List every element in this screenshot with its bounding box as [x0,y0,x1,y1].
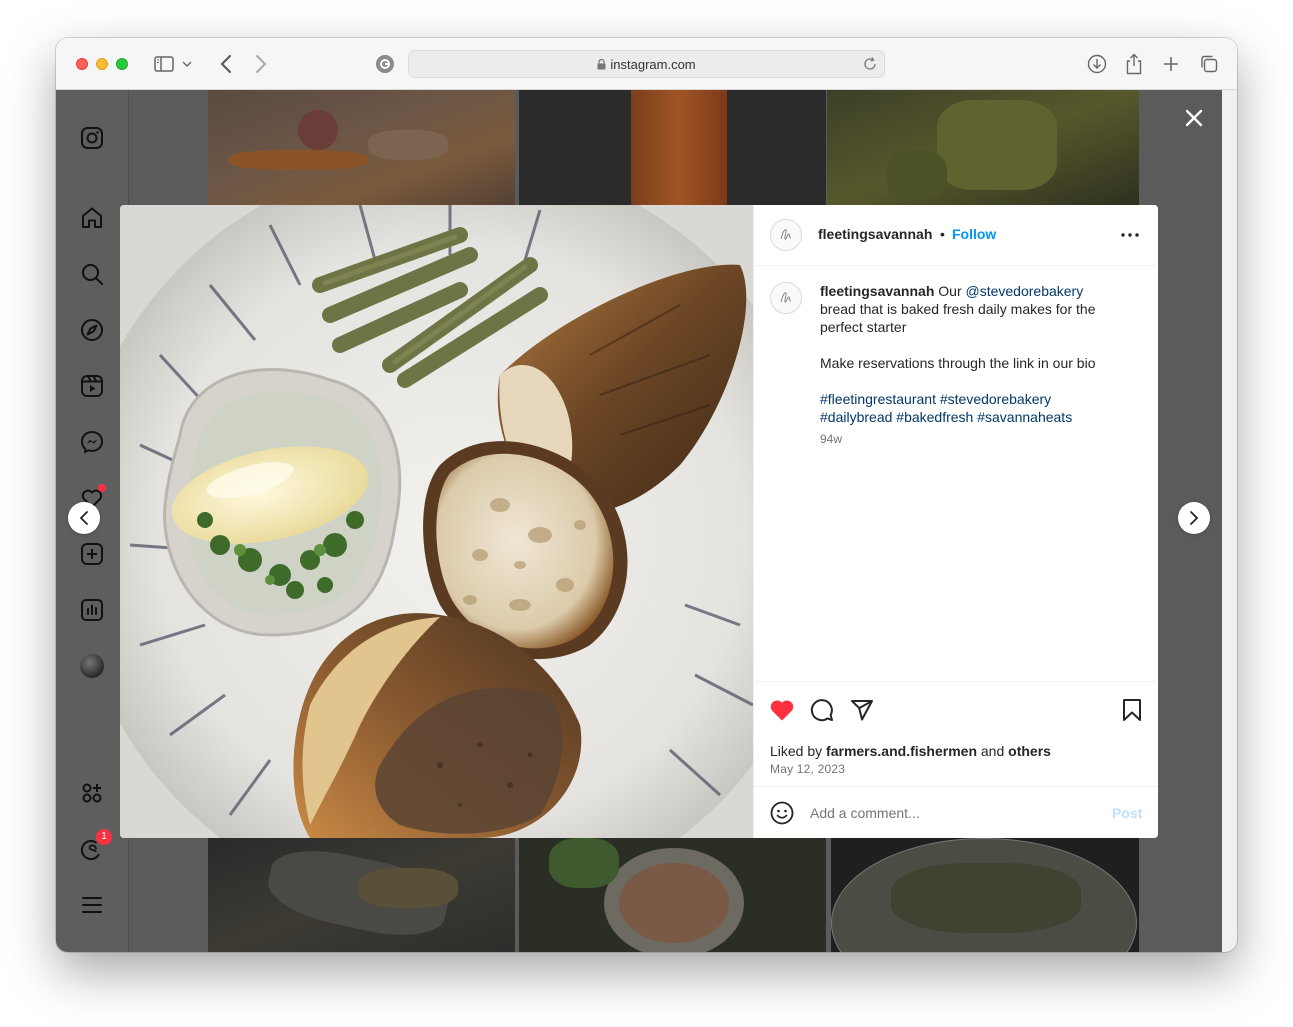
caption-author-avatar[interactable] [770,282,802,314]
hashtag-link[interactable]: #stevedorebakery [940,391,1051,407]
maximize-window-button[interactable] [116,58,128,70]
author-username[interactable]: fleetingsavannah [818,226,932,242]
explore-icon[interactable] [78,316,106,344]
post-header: fleetingsavannah • Follow [754,205,1158,266]
browser-toolbar: instagram.com [56,38,1237,90]
share-post-icon[interactable] [848,696,876,724]
search-icon[interactable] [78,260,106,288]
caption-text: fleetingsavannah Our @stevedorebakery br… [820,282,1120,336]
liked-by-and: and [977,743,1009,759]
hashtag-link[interactable]: #dailybread [820,409,892,425]
post-caption: fleetingsavannah Our @stevedorebakery br… [820,282,1120,448]
previous-post-button[interactable] [68,502,100,534]
grid-post-thumbnail[interactable] [519,90,826,205]
grid-post-thumbnail[interactable] [208,838,515,952]
notification-dot [98,484,106,492]
caption-age[interactable]: 94w [820,430,1120,448]
post-comment-button[interactable]: Post [1112,805,1142,821]
more-options-icon[interactable] [1120,225,1140,245]
page-scrollbar[interactable] [1222,90,1237,952]
lock-icon [597,58,606,70]
dashboard-icon[interactable] [78,596,106,624]
caption-part: Our [934,283,966,299]
sidebar-toggle-icon[interactable] [152,52,176,76]
follow-button[interactable]: Follow [952,226,996,242]
comment-icon[interactable] [808,696,836,724]
tab-overview-icon[interactable] [1197,52,1221,76]
author-avatar[interactable] [770,219,802,251]
messenger-icon[interactable] [78,428,106,456]
chevron-left-icon [79,511,88,525]
like-heart-icon[interactable] [768,696,796,724]
post-photo[interactable] [120,205,753,838]
hashtag-link[interactable]: #bakedfresh [896,409,973,425]
next-post-button[interactable] [1178,502,1210,534]
create-icon[interactable] [78,540,106,568]
chevron-down-icon[interactable] [180,52,194,76]
forward-icon[interactable] [249,52,273,76]
liked-by-others[interactable]: others [1008,743,1051,759]
close-window-button[interactable] [76,58,88,70]
browser-window: instagram.com 1 fleetingsavannah • Follo… [56,38,1237,952]
liked-by-user[interactable]: farmers.and.fishermen [826,743,977,759]
grid-post-thumbnail[interactable] [208,90,515,205]
home-icon[interactable] [78,204,106,232]
comment-row: Post [754,786,1158,838]
emoji-icon[interactable] [770,801,794,825]
threads-badge: 1 [96,829,112,845]
instagram-logo-icon[interactable] [78,124,106,152]
share-icon[interactable] [1122,52,1146,76]
hashtag-link[interactable]: #savannaheats [977,409,1072,425]
header-separator: • [940,226,945,242]
grid-post-thumbnail[interactable] [519,838,826,952]
bread-plate-image [120,205,753,838]
downloads-icon[interactable] [1085,52,1109,76]
grid-post-thumbnail[interactable] [831,838,1139,952]
privacy-report-icon[interactable] [373,52,397,76]
profile-avatar[interactable] [78,652,106,680]
reload-icon[interactable] [862,56,878,72]
caption-username[interactable]: fleetingsavannah [820,283,934,299]
more-menu-icon[interactable] [78,891,106,919]
hashtag-link[interactable]: #fleetingrestaurant [820,391,936,407]
caption-hashtags: #fleetingrestaurant #stevedorebakery #da… [820,390,1120,426]
address-bar[interactable]: instagram.com [408,50,885,78]
new-tab-icon[interactable] [1159,52,1183,76]
threads-icon[interactable]: 1 [78,829,112,863]
back-icon[interactable] [214,52,238,76]
url-text: instagram.com [409,57,884,72]
grid-post-thumbnail[interactable] [827,90,1139,205]
close-modal-icon[interactable] [1182,106,1206,130]
post-details-panel: fleetingsavannah • Follow fleetingsavann… [753,205,1158,838]
reels-icon[interactable] [78,372,106,400]
caption-part: bread that is baked fresh daily makes fo… [820,301,1096,335]
caption-mention[interactable]: @stevedorebakery [966,283,1084,299]
caption-line: Make reservations through the link in ou… [820,355,1096,371]
save-bookmark-icon[interactable] [1118,696,1146,724]
post-modal: fleetingsavannah • Follow fleetingsavann… [120,205,1158,838]
liked-by-prefix: Liked by [770,743,827,759]
comment-input[interactable] [810,801,1090,825]
post-actions: Liked by farmers.and.fishermen and other… [754,681,1158,786]
minimize-window-button[interactable] [96,58,108,70]
liked-by-text: Liked by farmers.and.fishermen and other… [770,743,1051,759]
chevron-right-icon [1190,511,1199,525]
post-date[interactable]: May 12, 2023 [770,762,845,776]
also-from-meta-icon[interactable] [78,779,106,807]
page-content: 1 fleetingsavannah • Follow fleetingsava… [56,90,1237,952]
